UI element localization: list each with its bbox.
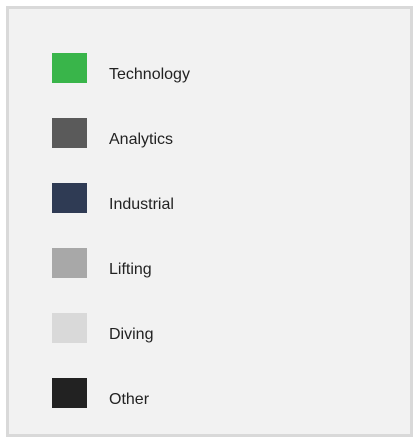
legend-label-industrial: Industrial (109, 196, 174, 213)
legend-entry-technology: Technology (9, 53, 410, 93)
legend-entry-diving: Diving (9, 313, 410, 353)
legend-entry-analytics: Analytics (9, 118, 410, 158)
legend-entry-industrial: Industrial (9, 183, 410, 223)
legend-swatch-analytics (52, 118, 87, 148)
legend-label-analytics: Analytics (109, 131, 174, 148)
legend-label-lifting: Lifting (109, 261, 152, 278)
legend-swatch-industrial (52, 183, 87, 213)
legend-entry-lifting: Lifting (9, 248, 410, 288)
legend-swatch-technology (52, 53, 87, 83)
chart-legend: Technology Analytics Industrial Lifting … (6, 6, 413, 437)
legend-label-other: Other (109, 391, 150, 408)
legend-entry-other: Other (9, 378, 410, 418)
legend-swatch-diving (52, 313, 87, 343)
legend-label-diving: Diving (109, 326, 154, 343)
legend-swatch-other (52, 378, 87, 408)
legend-label-technology: Technology (109, 66, 190, 83)
legend-swatch-lifting (52, 248, 87, 278)
